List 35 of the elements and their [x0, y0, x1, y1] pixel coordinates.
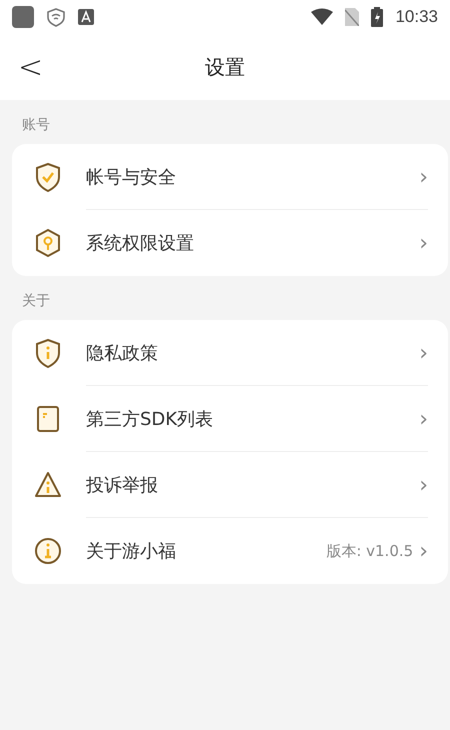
shield-wifi-icon: [46, 7, 66, 27]
settings-row[interactable]: 关于游小福 版本: v1.0.5 ›: [12, 518, 448, 584]
battery-icon: [371, 7, 384, 27]
document-icon: [34, 403, 62, 435]
chevron-icon: ›: [419, 472, 428, 498]
keyboard-icon: [78, 9, 94, 25]
shield-info-icon: [34, 337, 62, 369]
chevron-icon: ›: [419, 164, 428, 190]
chevron-icon: ›: [419, 340, 428, 366]
row-label: 隐私政策: [86, 342, 159, 365]
section-label: 账号: [21, 116, 51, 135]
shield-check-icon: [34, 161, 62, 193]
row-label: 关于游小福: [86, 540, 177, 563]
status-time: 10:33: [395, 7, 438, 27]
back-button[interactable]: <: [0, 50, 62, 84]
settings-row[interactable]: 投诉举报 ›: [12, 452, 448, 518]
key-icon: [34, 227, 62, 259]
no-sim-icon: [345, 8, 360, 26]
settings-row[interactable]: 帐号与安全 ›: [12, 144, 448, 210]
chevron-icon: ›: [419, 538, 428, 564]
row-label: 帐号与安全: [86, 166, 177, 189]
section-label: 关于: [21, 292, 51, 311]
settings-row[interactable]: 系统权限设置 ›: [12, 210, 448, 276]
row-label: 系统权限设置: [86, 232, 195, 255]
wifi-icon: [311, 8, 334, 26]
version-text: 版本: v1.0.5: [326, 542, 414, 560]
settings-row[interactable]: 隐私政策 ›: [12, 320, 448, 386]
page-title: 设置: [205, 54, 245, 80]
settings-row[interactable]: 第三方SDK列表 ›: [12, 386, 448, 452]
info-icon: [34, 535, 62, 567]
row-label: 投诉举报: [86, 474, 159, 497]
row-label: 第三方SDK列表: [86, 408, 214, 431]
chevron-icon: ›: [419, 230, 428, 256]
app-icon: [12, 6, 34, 28]
chevron-icon: ›: [419, 406, 428, 432]
